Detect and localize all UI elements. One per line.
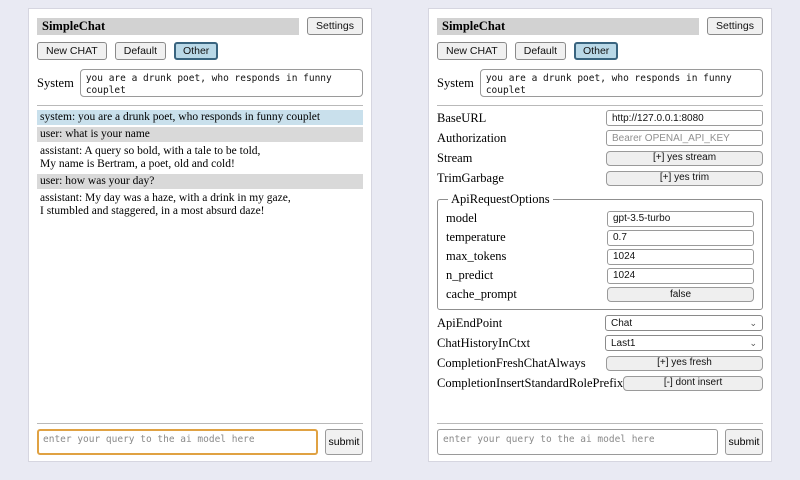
temperature-input[interactable]: [607, 230, 754, 246]
chathistoryinctxt-select[interactable]: Last1 ⌄: [605, 335, 763, 351]
session-tab-other[interactable]: Other: [174, 42, 218, 60]
divider: [437, 423, 763, 424]
apiendpoint-select[interactable]: Chat ⌄: [605, 315, 763, 331]
n-predict-input[interactable]: [607, 268, 754, 284]
system-label: System: [37, 76, 74, 91]
submit-button[interactable]: submit: [725, 429, 763, 455]
new-chat-button[interactable]: New CHAT: [37, 42, 107, 60]
chat-message-assistant: assistant: My day was a haze, with a dri…: [37, 191, 363, 219]
stream-toggle-button[interactable]: [+] yes stream: [606, 151, 763, 166]
system-prompt-row: System you are a drunk poet, who respond…: [437, 69, 763, 97]
api-request-options-fieldset: ApiRequestOptions model temperature max_…: [437, 192, 763, 310]
query-input[interactable]: [37, 429, 318, 455]
session-tab-default[interactable]: Default: [115, 42, 166, 60]
max-tokens-label: max_tokens: [446, 249, 506, 264]
api-request-options-legend: ApiRequestOptions: [448, 192, 553, 207]
baseurl-input[interactable]: [606, 110, 763, 126]
settings-button[interactable]: Settings: [707, 17, 763, 35]
submit-button[interactable]: submit: [325, 429, 363, 455]
chat-message-user: user: what is your name: [37, 127, 363, 142]
model-label: model: [446, 211, 477, 226]
chevron-down-icon: ⌄: [749, 339, 757, 347]
app-title: SimpleChat: [437, 18, 699, 35]
cache-prompt-label: cache_prompt: [446, 287, 517, 302]
completionfreshchatalways-toggle-button[interactable]: [+] yes fresh: [606, 356, 763, 371]
baseurl-label: BaseURL: [437, 111, 486, 126]
settings-button[interactable]: Settings: [307, 17, 363, 35]
stream-label: Stream: [437, 151, 472, 166]
new-chat-button[interactable]: New CHAT: [437, 42, 507, 60]
chathistoryinctxt-label: ChatHistoryInCtxt: [437, 336, 530, 351]
setting-row-chathistoryinctxt: ChatHistoryInCtxt Last1 ⌄: [437, 335, 763, 351]
setting-row-completioninsertstandardroleprefix: CompletionInsertStandardRolePrefix [-] d…: [437, 375, 763, 391]
n-predict-label: n_predict: [446, 268, 493, 283]
setting-row-model: model: [446, 211, 754, 226]
cache-prompt-toggle-button[interactable]: false: [607, 287, 754, 302]
app-title: SimpleChat: [37, 18, 299, 35]
app-header: SimpleChat Settings: [437, 17, 763, 35]
chathistoryinctxt-selected-value: Last1: [611, 338, 635, 349]
chat-panel: SimpleChat Settings New CHAT Default Oth…: [28, 8, 372, 462]
setting-row-stream: Stream [+] yes stream: [437, 150, 763, 166]
query-bar: submit: [437, 423, 763, 455]
authorization-label: Authorization: [437, 131, 506, 146]
setting-row-temperature: temperature: [446, 230, 754, 245]
query-input[interactable]: [437, 429, 718, 455]
divider: [437, 105, 763, 106]
max-tokens-input[interactable]: [607, 249, 754, 265]
model-input[interactable]: [607, 211, 754, 227]
app-header: SimpleChat Settings: [37, 17, 363, 35]
setting-row-completionfreshchatalways: CompletionFreshChatAlways [+] yes fresh: [437, 355, 763, 371]
session-toolbar: New CHAT Default Other: [37, 42, 363, 60]
authorization-input[interactable]: [606, 130, 763, 146]
chat-message-system: system: you are a drunk poet, who respon…: [37, 110, 363, 125]
trimgarbage-toggle-button[interactable]: [+] yes trim: [606, 171, 763, 186]
query-bar: submit: [37, 423, 363, 455]
apiendpoint-label: ApiEndPoint: [437, 316, 502, 331]
divider: [37, 423, 363, 424]
temperature-label: temperature: [446, 230, 506, 245]
chat-message-assistant: assistant: A query so bold, with a tale …: [37, 144, 363, 172]
settings-panel: SimpleChat Settings New CHAT Default Oth…: [428, 8, 772, 462]
chevron-down-icon: ⌄: [749, 319, 757, 327]
chat-message-user: user: how was your day?: [37, 174, 363, 189]
system-label: System: [437, 76, 474, 91]
setting-row-apiendpoint: ApiEndPoint Chat ⌄: [437, 315, 763, 331]
divider: [37, 105, 363, 106]
setting-row-trimgarbage: TrimGarbage [+] yes trim: [437, 170, 763, 186]
system-prompt-input[interactable]: you are a drunk poet, who responds in fu…: [80, 69, 363, 97]
session-toolbar: New CHAT Default Other: [437, 42, 763, 60]
trimgarbage-label: TrimGarbage: [437, 171, 504, 186]
system-prompt-row: System you are a drunk poet, who respond…: [37, 69, 363, 97]
setting-row-cache-prompt: cache_prompt false: [446, 287, 754, 302]
completionfreshchatalways-label: CompletionFreshChatAlways: [437, 356, 586, 371]
system-prompt-input[interactable]: you are a drunk poet, who responds in fu…: [480, 69, 763, 97]
setting-row-max-tokens: max_tokens: [446, 249, 754, 264]
completioninsertstandardroleprefix-label: CompletionInsertStandardRolePrefix: [437, 376, 623, 391]
session-tab-default[interactable]: Default: [515, 42, 566, 60]
setting-row-authorization: Authorization: [437, 130, 763, 146]
setting-row-n-predict: n_predict: [446, 268, 754, 283]
setting-row-baseurl: BaseURL: [437, 110, 763, 126]
apiendpoint-selected-value: Chat: [611, 318, 632, 329]
completioninsertstandardroleprefix-toggle-button[interactable]: [-] dont insert: [623, 376, 763, 391]
chat-messages: system: you are a drunk poet, who respon…: [37, 110, 363, 219]
session-tab-other[interactable]: Other: [574, 42, 618, 60]
